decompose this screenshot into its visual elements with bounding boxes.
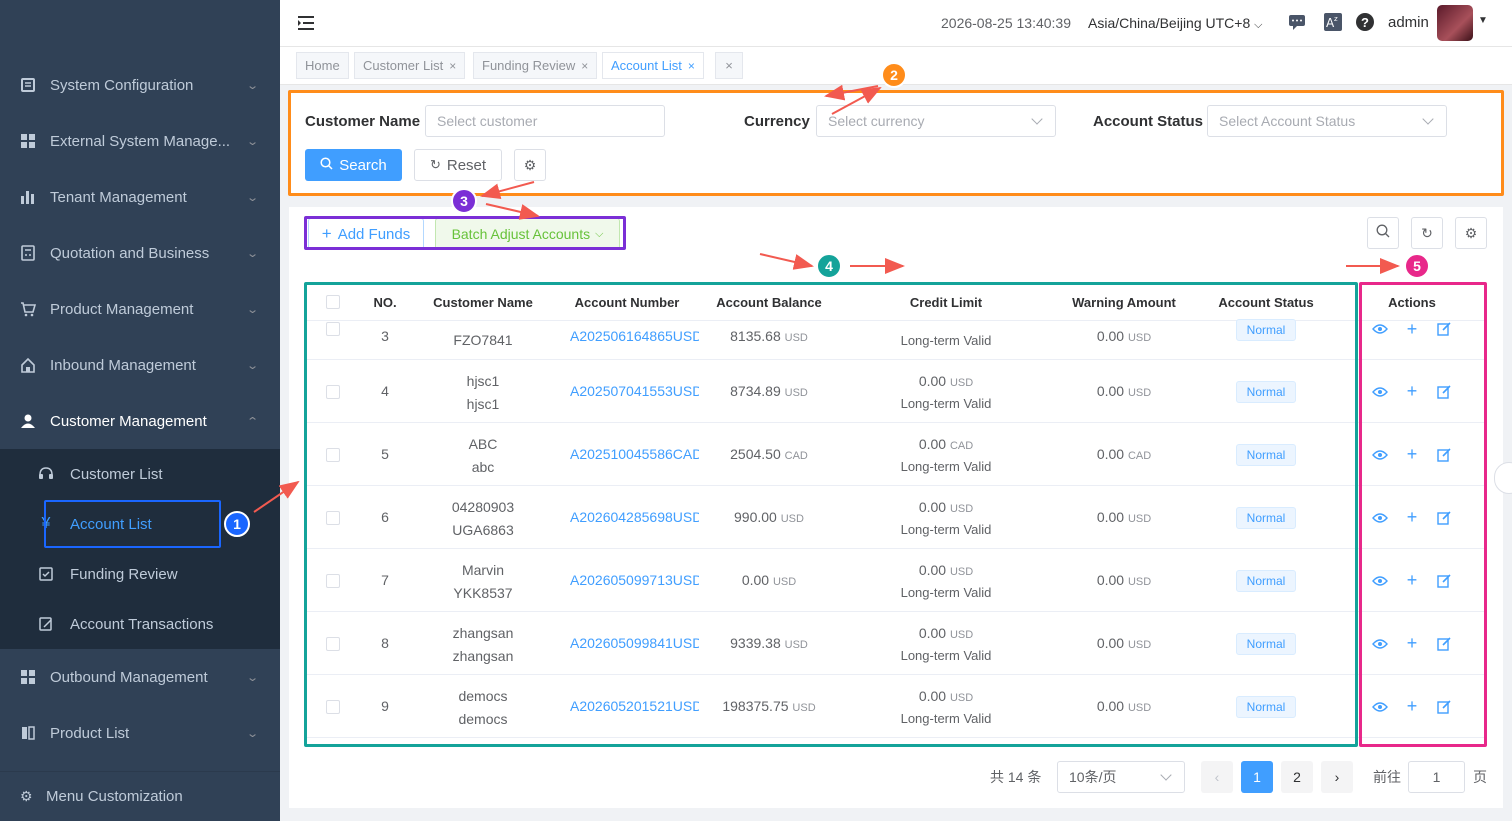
annotation-badge-3: 3 xyxy=(451,188,477,214)
annotation-badge-4: 4 xyxy=(816,253,842,279)
annotation-arrows xyxy=(253,84,1400,513)
annotation-badge-5: 5 xyxy=(1404,253,1430,279)
annotation-badge-2: 2 xyxy=(881,62,907,88)
annotation-badge-1: 1 xyxy=(224,511,250,537)
